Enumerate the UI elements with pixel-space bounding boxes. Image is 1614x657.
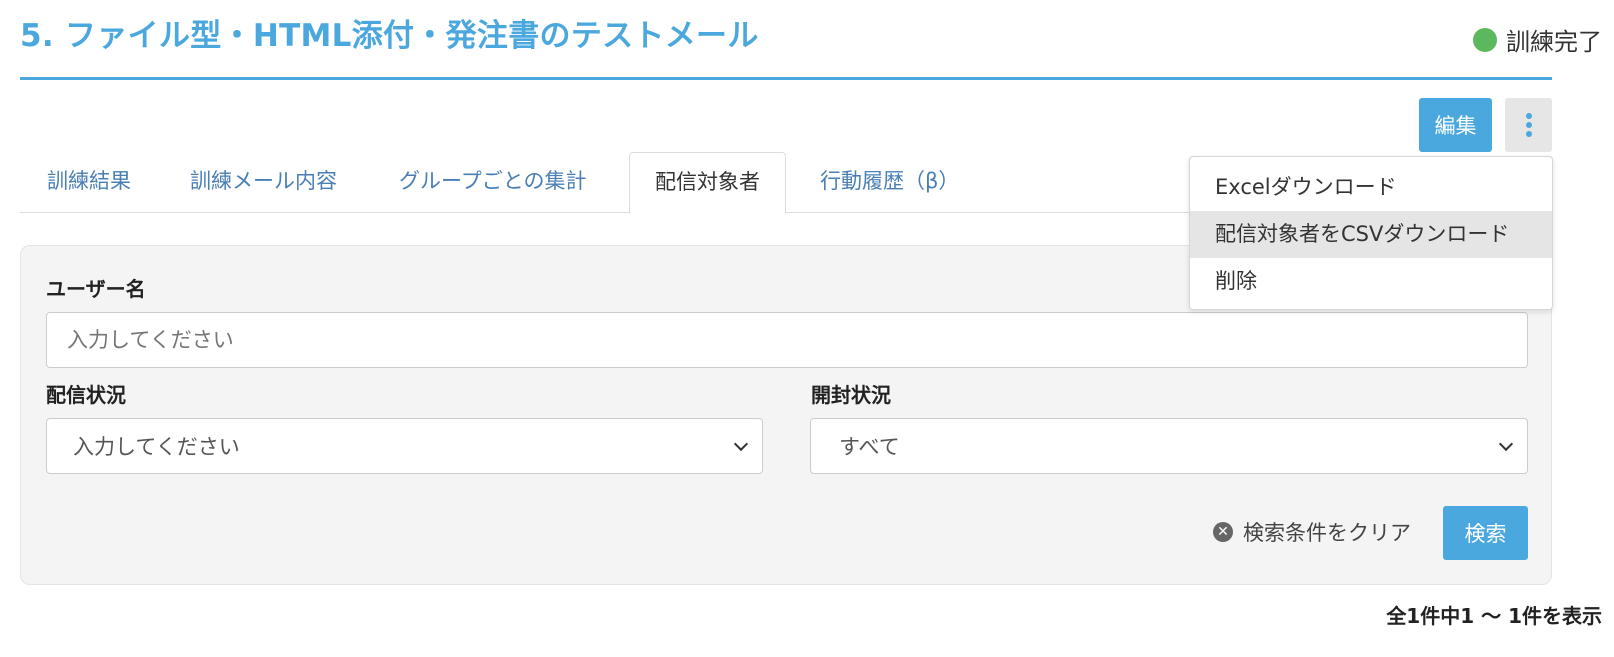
delivery-status-select[interactable]: 入力してください (46, 418, 763, 474)
chevron-down-icon (1498, 436, 1514, 452)
tab-training-mail-content[interactable]: 訓練メール内容 (190, 152, 337, 213)
menu-item-delete[interactable]: 削除 (1190, 258, 1552, 305)
training-status: 訓練完了 (1473, 22, 1602, 57)
open-status-value: すべて (839, 435, 900, 459)
search-button[interactable]: 検索 (1443, 506, 1528, 560)
chevron-down-icon (733, 436, 749, 452)
title-divider (20, 77, 1552, 80)
result-summary: 全1件中1 ～ 1件を表示 (1386, 604, 1602, 628)
more-options-menu: Excelダウンロード 配信対象者をCSVダウンロード 削除 (1189, 156, 1553, 310)
delivery-status-value: 入力してください (73, 435, 240, 459)
page-title: 5. ファイル型・HTML添付・発注書のテストメール (20, 18, 759, 54)
edit-button[interactable]: 編集 (1419, 98, 1492, 152)
tab-training-results[interactable]: 訓練結果 (47, 152, 131, 213)
open-status-select[interactable]: すべて (810, 418, 1528, 474)
username-label: ユーザー名 (46, 277, 146, 301)
circle-x-icon: ✕ (1213, 522, 1233, 542)
username-input[interactable] (46, 312, 1528, 368)
tab-group-summary[interactable]: グループごとの集計 (399, 152, 587, 213)
clear-filters-link[interactable]: ✕ 検索条件をクリア (1213, 517, 1411, 547)
tab-action-history[interactable]: 行動履歴（β） (820, 152, 959, 213)
clear-filters-label: 検索条件をクリア (1243, 521, 1411, 545)
open-status-label: 開封状況 (811, 383, 891, 407)
delivery-status-label: 配信状況 (46, 383, 126, 407)
status-dot-icon (1473, 27, 1497, 52)
more-options-button[interactable] (1505, 98, 1552, 152)
menu-item-csv-download[interactable]: 配信対象者をCSVダウンロード (1190, 211, 1552, 258)
tab-recipients[interactable]: 配信対象者 (629, 152, 786, 214)
menu-item-excel-download[interactable]: Excelダウンロード (1190, 164, 1552, 211)
status-label: 訓練完了 (1506, 28, 1602, 56)
vertical-ellipsis-icon (1525, 113, 1532, 119)
